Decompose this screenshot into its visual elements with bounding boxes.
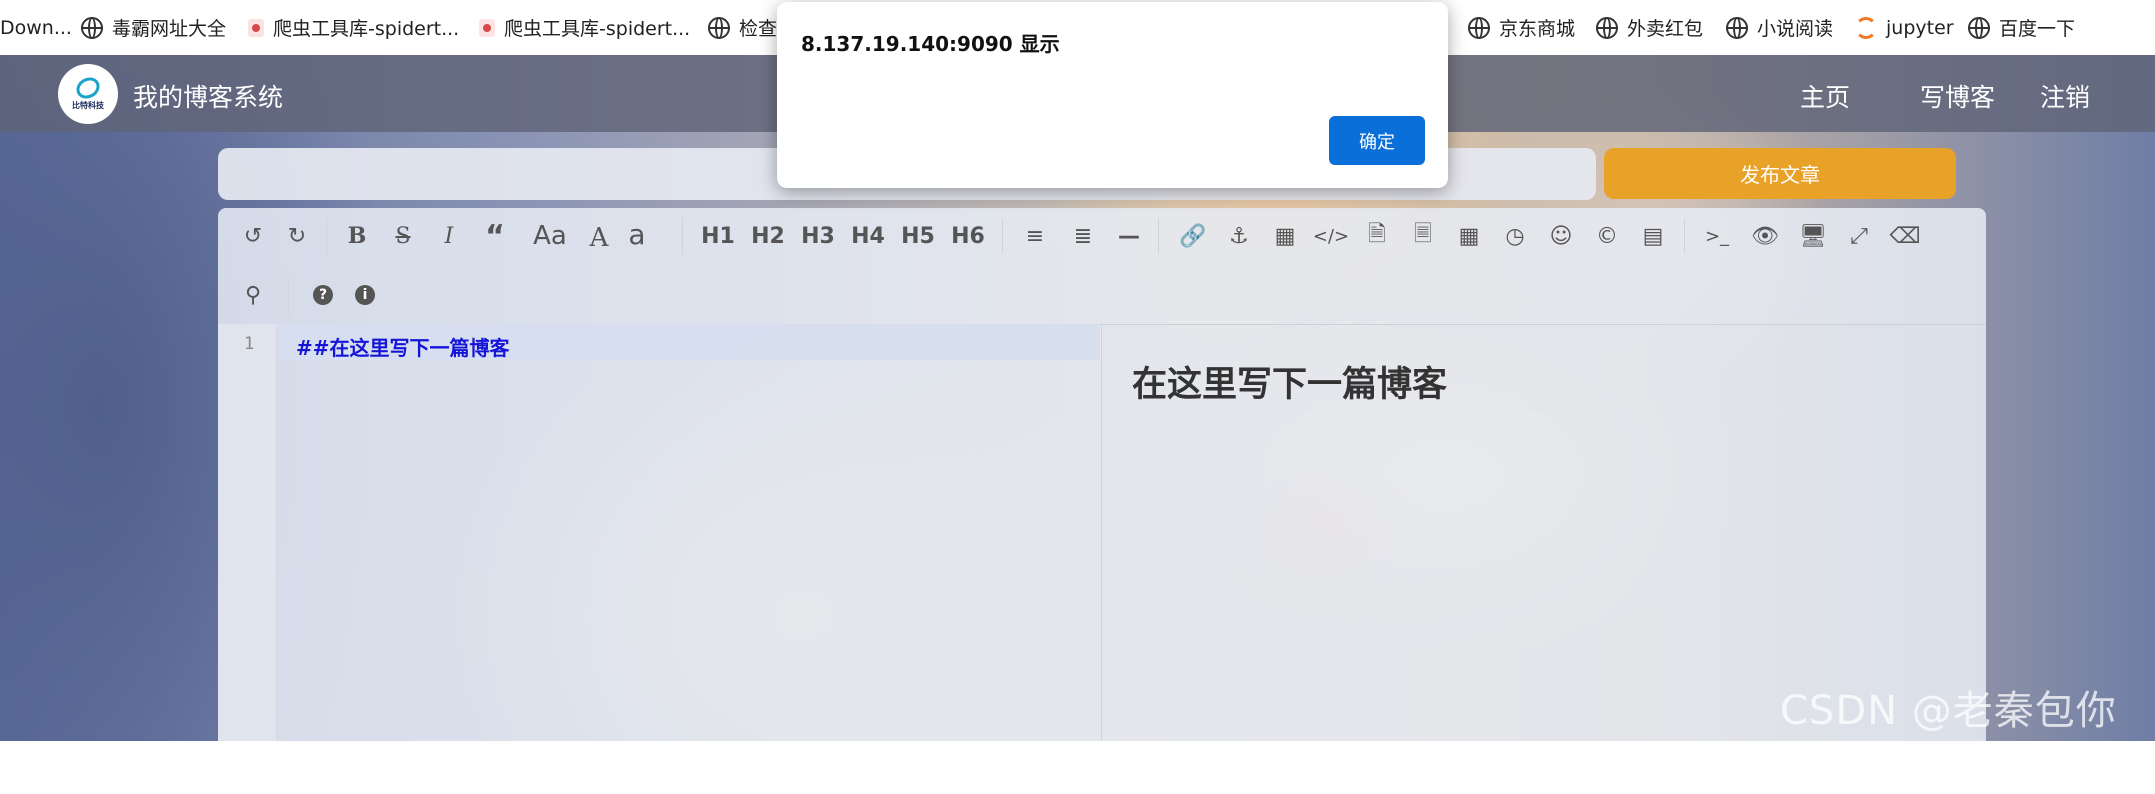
heading-4-button[interactable]: H4 bbox=[846, 219, 890, 253]
undo-icon[interactable]: ↺ bbox=[236, 219, 270, 253]
bookmark-item[interactable]: Down... bbox=[0, 0, 72, 55]
jupyter-icon bbox=[1855, 16, 1877, 39]
nav-write-link[interactable]: 写博客 bbox=[1920, 78, 1995, 114]
spider-icon bbox=[479, 18, 495, 37]
toolbar-separator bbox=[326, 218, 327, 254]
heading-5-button[interactable]: H5 bbox=[896, 219, 940, 253]
site-title: 我的博客系统 bbox=[133, 83, 284, 112]
strikethrough-icon[interactable]: S bbox=[386, 219, 420, 253]
bookmark-item[interactable]: 爬虫工具库-spidert... bbox=[248, 0, 459, 55]
lowercase-icon[interactable]: a bbox=[622, 217, 652, 251]
bookmark-item[interactable]: 毒霸网址大全 bbox=[81, 0, 226, 55]
markdown-editor: ↺ ↻ B S I “ Aa A a H1 H2 H3 H4 H5 H6 ≡ ≣… bbox=[218, 208, 1986, 741]
clear-icon[interactable]: ⌫ bbox=[1888, 219, 1922, 253]
line-number-gutter bbox=[218, 324, 277, 741]
markdown-source-text[interactable]: ##在这里写下一篇博客 bbox=[296, 332, 510, 361]
toolbar-separator bbox=[288, 278, 289, 314]
ordered-list-icon[interactable]: ≣ bbox=[1066, 219, 1100, 253]
code-block-icon[interactable]: 🗏 bbox=[1406, 219, 1440, 253]
emoji-icon[interactable]: ☺ bbox=[1544, 219, 1578, 253]
logo-ring-icon bbox=[72, 72, 104, 103]
preview-heading-rule bbox=[1132, 409, 1952, 410]
site-logo: 比特科技 bbox=[58, 64, 118, 124]
bookmark-item[interactable]: 检查 bbox=[708, 0, 777, 55]
alert-ok-button[interactable]: 确定 bbox=[1329, 116, 1425, 165]
line-number: 1 bbox=[244, 334, 255, 354]
watermark: CSDN @老秦包你会 bbox=[1780, 688, 2117, 792]
spider-icon bbox=[248, 18, 264, 37]
anchor-icon[interactable]: ⚓ bbox=[1222, 219, 1256, 253]
alert-dialog: 8.137.19.140:9090 显示 确定 bbox=[777, 2, 1448, 188]
heading-3-button[interactable]: H3 bbox=[796, 219, 840, 253]
image-icon[interactable]: ▦ bbox=[1268, 219, 1302, 253]
preformatted-code-icon[interactable]: 🗎 bbox=[1360, 219, 1394, 253]
bookmark-item[interactable]: 外卖红包 bbox=[1596, 0, 1703, 55]
globe-icon bbox=[1468, 16, 1490, 39]
globe-icon bbox=[708, 16, 730, 39]
fullscreen-icon[interactable]: ⤢ bbox=[1842, 219, 1876, 253]
heading-1-button[interactable]: H1 bbox=[696, 219, 740, 253]
html-entities-icon[interactable]: © bbox=[1590, 219, 1624, 253]
globe-icon bbox=[1596, 16, 1618, 39]
editor-preview-divider bbox=[1101, 324, 1102, 741]
pagebreak-icon[interactable]: ▤ bbox=[1636, 219, 1670, 253]
heading-6-button[interactable]: H6 bbox=[946, 219, 990, 253]
preview-heading: 在这里写下一篇博客 bbox=[1132, 365, 1448, 405]
quote-icon[interactable]: “ bbox=[478, 219, 512, 254]
toolbar-separator bbox=[1684, 218, 1685, 254]
toolbar-separator bbox=[1158, 218, 1159, 254]
toolbar-separator bbox=[1002, 218, 1003, 254]
bold-icon[interactable]: B bbox=[340, 219, 374, 253]
bookmark-item[interactable]: 百度一下 bbox=[1968, 0, 2075, 55]
heading-2-button[interactable]: H2 bbox=[746, 219, 790, 253]
link-icon[interactable]: 🔗 bbox=[1176, 219, 1210, 253]
nav-home-link[interactable]: 主页 bbox=[1800, 78, 1850, 114]
globe-icon bbox=[1968, 16, 1990, 39]
ucwords-icon[interactable]: A bbox=[584, 221, 614, 255]
publish-button[interactable]: 发布文章 bbox=[1604, 148, 1956, 199]
goto-line-icon[interactable]: >_ bbox=[1700, 219, 1734, 253]
search-icon[interactable]: ⚲ bbox=[236, 278, 270, 312]
bookmark-item[interactable]: 京东商城 bbox=[1468, 0, 1575, 55]
preview-icon[interactable]: 🖥 bbox=[1796, 219, 1830, 253]
bookmark-item[interactable]: jupyter bbox=[1855, 0, 1954, 55]
info-icon[interactable]: i bbox=[348, 278, 382, 312]
editor-toolbar: ↺ ↻ B S I “ Aa A a H1 H2 H3 H4 H5 H6 ≡ ≣… bbox=[218, 208, 1986, 325]
toolbar-separator bbox=[682, 218, 683, 254]
globe-icon bbox=[1726, 16, 1748, 39]
watch-icon[interactable]: 👁 bbox=[1748, 219, 1782, 253]
table-icon[interactable]: ▦ bbox=[1452, 219, 1486, 253]
code-icon[interactable]: </> bbox=[1313, 219, 1349, 253]
globe-icon bbox=[81, 16, 103, 39]
redo-icon[interactable]: ↻ bbox=[280, 219, 314, 253]
alert-title: 8.137.19.140:9090 显示 bbox=[801, 32, 1060, 56]
unordered-list-icon[interactable]: ≡ bbox=[1018, 219, 1052, 253]
nav-logout-link[interactable]: 注销 bbox=[2040, 78, 2090, 114]
bookmark-item[interactable]: 爬虫工具库-spidert... bbox=[479, 0, 690, 55]
datetime-icon[interactable]: ◷ bbox=[1498, 219, 1532, 253]
hr-icon[interactable]: — bbox=[1112, 219, 1146, 253]
bookmark-item[interactable]: 小说阅读 bbox=[1726, 0, 1833, 55]
uppercase-icon[interactable]: Aa bbox=[528, 219, 572, 253]
italic-icon[interactable]: I bbox=[432, 219, 466, 253]
help-icon[interactable]: ? bbox=[306, 278, 340, 312]
